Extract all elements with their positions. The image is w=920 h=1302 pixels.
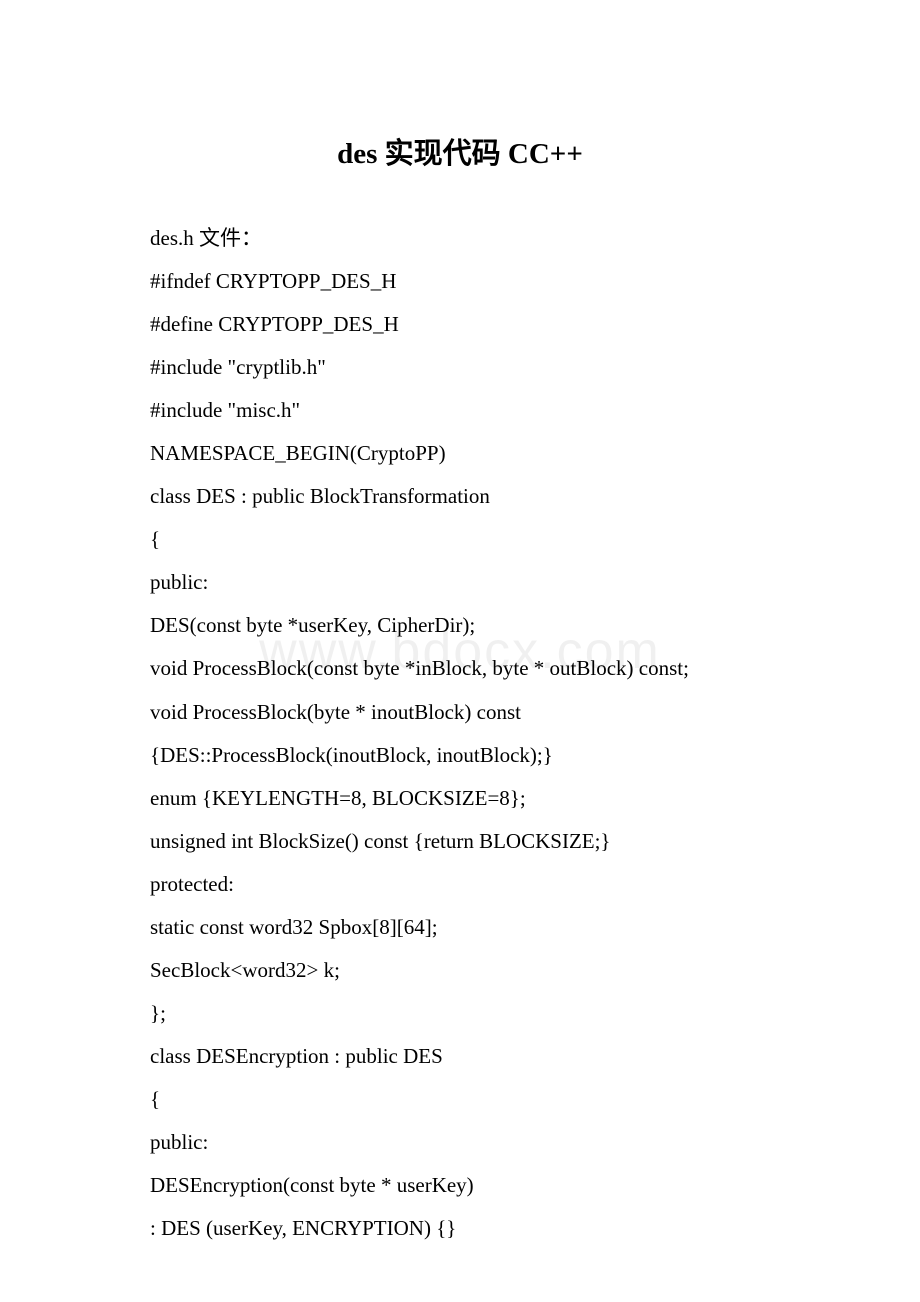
code-line: { bbox=[150, 1078, 770, 1121]
document-content: des 实现代码 CC++ des.h 文件： #ifndef CRYPTOPP… bbox=[150, 130, 770, 1250]
code-line: void ProcessBlock(byte * inoutBlock) con… bbox=[150, 691, 770, 734]
code-line: protected: bbox=[150, 863, 770, 906]
code-line: { bbox=[150, 518, 770, 561]
code-line: #include "cryptlib.h" bbox=[150, 346, 770, 389]
code-line: enum {KEYLENGTH=8, BLOCKSIZE=8}; bbox=[150, 777, 770, 820]
code-line: class DESEncryption : public DES bbox=[150, 1035, 770, 1078]
code-line: {DES::ProcessBlock(inoutBlock, inoutBloc… bbox=[150, 734, 770, 777]
code-line: NAMESPACE_BEGIN(CryptoPP) bbox=[150, 432, 770, 475]
code-line: public: bbox=[150, 561, 770, 604]
code-line: unsigned int BlockSize() const {return B… bbox=[150, 820, 770, 863]
code-line: class DES : public BlockTransformation bbox=[150, 475, 770, 518]
code-line: #define CRYPTOPP_DES_H bbox=[150, 303, 770, 346]
code-line: SecBlock<word32> k; bbox=[150, 949, 770, 992]
code-line: #ifndef CRYPTOPP_DES_H bbox=[150, 260, 770, 303]
code-line: }; bbox=[150, 992, 770, 1035]
code-line: : DES (userKey, ENCRYPTION) {} bbox=[150, 1207, 770, 1250]
document-title: des 实现代码 CC++ bbox=[150, 130, 770, 172]
code-block: des.h 文件： #ifndef CRYPTOPP_DES_H #define… bbox=[150, 217, 770, 1250]
code-line: des.h 文件： bbox=[150, 217, 770, 260]
code-line: public: bbox=[150, 1121, 770, 1164]
code-line: DES(const byte *userKey, CipherDir); bbox=[150, 604, 770, 647]
code-line: DESEncryption(const byte * userKey) bbox=[150, 1164, 770, 1207]
code-line: static const word32 Spbox[8][64]; bbox=[150, 906, 770, 949]
code-line: #include "misc.h" bbox=[150, 389, 770, 432]
code-line: void ProcessBlock(const byte *inBlock, b… bbox=[150, 647, 770, 690]
